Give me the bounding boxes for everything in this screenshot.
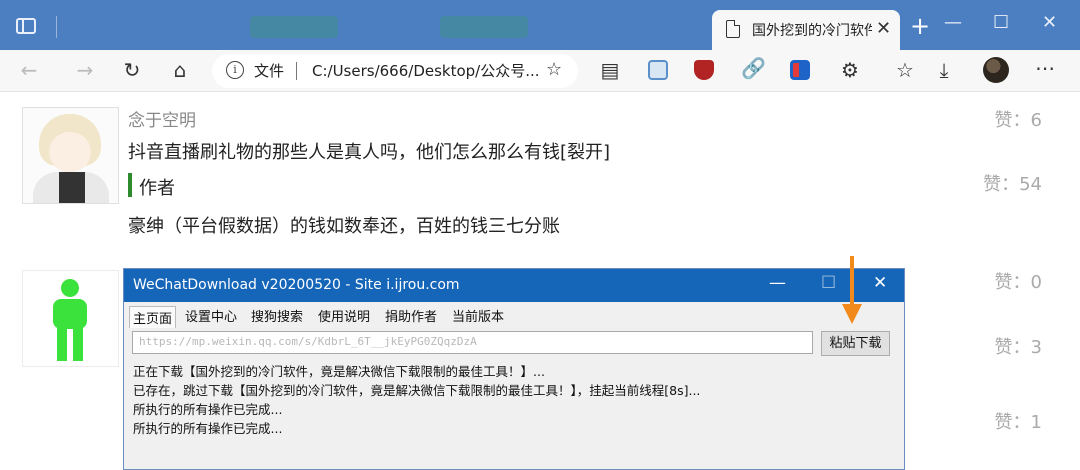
reader-view-icon[interactable]: ▤ xyxy=(597,58,623,82)
window-titlebar[interactable]: WeChatDownload v20200520 - Site i.ijrou.… xyxy=(124,269,904,302)
minimize-icon[interactable]: — xyxy=(769,273,786,293)
like-count[interactable]: 赞：3 xyxy=(995,333,1042,359)
active-tab[interactable]: 国外挖到的冷门软件 ✕ xyxy=(712,10,900,50)
author-reply-marker xyxy=(128,173,132,197)
log-line: 正在下载【国外挖到的冷门软件，竟是解决微信下载限制的最佳工具！】... xyxy=(133,364,545,379)
extensions-icon[interactable]: ⚙ xyxy=(837,58,863,82)
menu-item-help[interactable]: 使用说明 xyxy=(318,306,370,325)
address-bar[interactable]: i 文件 C:/Users/666/Desktop/公众号... ☆ xyxy=(212,54,578,88)
extension-icon[interactable] xyxy=(648,60,668,80)
article-url-value: https://mp.weixin.qq.com/s/KdbrL_6T__jkE… xyxy=(139,335,477,348)
profile-avatar[interactable] xyxy=(983,57,1009,83)
wechatdownload-window: WeChatDownload v20200520 - Site i.ijrou.… xyxy=(123,268,905,470)
commenter-name: 念于空明 xyxy=(128,111,196,131)
close-window-icon[interactable]: ✕ xyxy=(873,273,887,293)
like-count[interactable]: 赞：6 xyxy=(995,106,1042,132)
close-tab-icon[interactable]: ✕ xyxy=(876,18,891,39)
author-reply-text: 豪绅（平台假数据）的钱如数奉还，百姓的钱三七分账 xyxy=(128,216,560,237)
article-url-input[interactable]: https://mp.weixin.qq.com/s/KdbrL_6T__jkE… xyxy=(132,331,813,354)
address-url[interactable]: C:/Users/666/Desktop/公众号... xyxy=(312,60,540,81)
more-options-icon[interactable]: ⋯ xyxy=(1032,56,1058,80)
comment-text: 抖音直播刷礼物的那些人是真人吗，他们怎么那么有钱[裂开] xyxy=(128,142,611,163)
address-divider xyxy=(296,62,297,80)
ublock-icon[interactable] xyxy=(694,60,714,80)
maximize-icon[interactable]: ☐ xyxy=(993,12,1009,33)
add-favorite-icon[interactable]: ☆ xyxy=(546,59,562,80)
tabstrip-divider xyxy=(56,16,57,38)
background-tab[interactable] xyxy=(440,16,528,38)
maximize-icon[interactable]: ☐ xyxy=(821,273,836,293)
commenter-avatar xyxy=(22,107,119,204)
like-count[interactable]: 赞：1 xyxy=(995,408,1042,434)
refresh-icon[interactable]: ↻ xyxy=(119,58,145,82)
author-tag: 作者 xyxy=(139,178,175,199)
tab-actions-icon[interactable] xyxy=(16,18,36,34)
paste-download-button[interactable]: 粘贴下载 xyxy=(821,331,890,356)
browser-toolbar: ← → ↻ ⌂ i 文件 C:/Users/666/Desktop/公众号...… xyxy=(0,50,1080,92)
close-window-icon[interactable]: ✕ xyxy=(1042,12,1057,33)
menu-item-version[interactable]: 当前版本 xyxy=(452,306,504,325)
home-icon[interactable]: ⌂ xyxy=(167,58,193,82)
minimize-icon[interactable]: — xyxy=(944,12,962,33)
tab-title: 国外挖到的冷门软件 xyxy=(752,23,872,39)
new-tab-icon[interactable]: + xyxy=(910,12,930,40)
menu-item-sogou-search[interactable]: 搜狗搜索 xyxy=(251,306,303,325)
extension-icon[interactable] xyxy=(790,60,810,80)
log-line: 所执行的所有操作已完成... xyxy=(133,402,283,417)
menu-item-main[interactable]: 主页面 xyxy=(129,306,177,328)
like-count[interactable]: 赞：0 xyxy=(995,268,1042,294)
download-log: 正在下载【国外挖到的冷门软件，竟是解决微信下载限制的最佳工具！】... 已存在，… xyxy=(133,362,700,438)
info-icon[interactable]: i xyxy=(226,61,244,79)
orange-arrow-icon xyxy=(842,256,862,324)
commenter-avatar xyxy=(22,270,119,367)
log-line: 所执行的所有操作已完成... xyxy=(133,421,283,436)
background-tab[interactable] xyxy=(250,16,338,38)
window-title: WeChatDownload v20200520 - Site i.ijrou.… xyxy=(133,277,460,293)
forward-icon[interactable]: → xyxy=(72,58,98,82)
like-count[interactable]: 赞：54 xyxy=(983,170,1042,196)
downloads-icon[interactable]: ⤓ xyxy=(931,58,957,82)
address-scheme-label: 文件 xyxy=(254,62,285,80)
log-line: 已存在，跳过下载【国外挖到的冷门软件，竟是解决微信下载限制的最佳工具！】，挂起当… xyxy=(133,383,701,398)
back-icon[interactable]: ← xyxy=(16,58,42,82)
favorites-icon[interactable]: ☆ xyxy=(892,58,918,82)
browser-tab-strip: 国外挖到的冷门软件 ✕ + — ☐ ✕ xyxy=(0,0,1080,50)
link-extension-icon[interactable]: 🔗 xyxy=(741,56,766,80)
menu-item-donate[interactable]: 捐助作者 xyxy=(385,306,437,325)
document-icon xyxy=(726,20,740,38)
menu-item-settings[interactable]: 设置中心 xyxy=(185,306,237,325)
